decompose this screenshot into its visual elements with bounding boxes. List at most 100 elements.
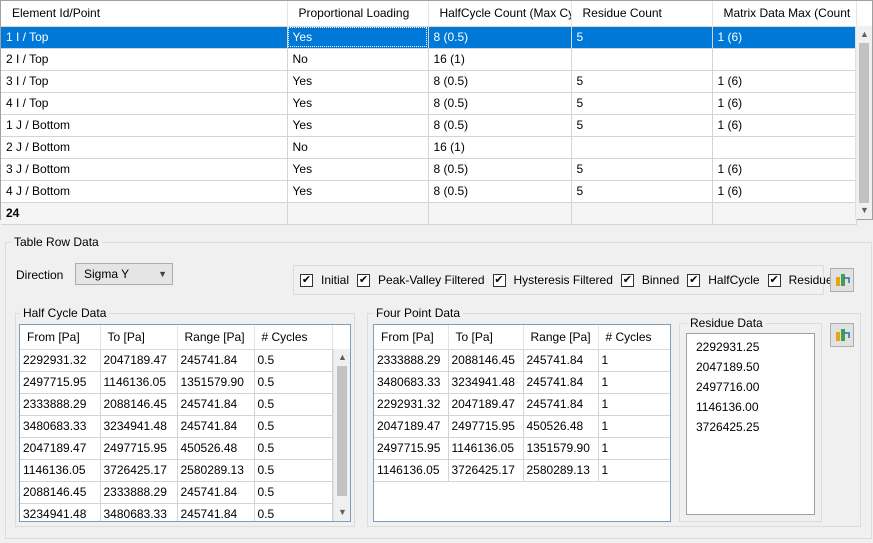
- cell[interactable]: 1351579.90: [177, 371, 255, 394]
- cell[interactable]: 3234941.48: [20, 503, 101, 521]
- table-row[interactable]: 3 J / Bottom Yes 8 (0.5) 5 1 (6): [1, 158, 857, 181]
- direction-dropdown[interactable]: Sigma Y ▼: [75, 263, 173, 285]
- cell[interactable]: 1 (6): [712, 26, 857, 49]
- checkbox-check-icon[interactable]: ✔: [620, 273, 634, 287]
- cell[interactable]: 2497715.95: [374, 437, 449, 460]
- table-row[interactable]: 2 J / Bottom No 16 (1): [1, 136, 857, 159]
- cell[interactable]: 16 (1): [428, 48, 572, 71]
- cell[interactable]: 2047189.47: [448, 393, 524, 416]
- cell[interactable]: [712, 136, 857, 159]
- scroll-down-icon[interactable]: ▼: [856, 202, 873, 219]
- cell[interactable]: 1: [598, 393, 670, 416]
- copy-residue-button[interactable]: [830, 323, 854, 347]
- cell[interactable]: 2333888.29: [100, 481, 178, 504]
- cell[interactable]: 0.5: [254, 437, 333, 460]
- table-row[interactable]: 2497715.95 1146136.05 1351579.90 0.5: [20, 371, 333, 394]
- table-row[interactable]: 2047189.47 2497715.95 450526.48 0.5: [20, 437, 333, 460]
- cell[interactable]: 4 I / Top: [1, 92, 288, 115]
- table-row[interactable]: 2292931.32 2047189.47 245741.84 1: [374, 393, 670, 416]
- cell[interactable]: 2292931.32: [374, 393, 449, 416]
- cell-current[interactable]: Yes: [287, 26, 429, 49]
- residue-list[interactable]: 2292931.25 2047189.50 2497716.00 1146136…: [686, 333, 815, 515]
- column-header-from[interactable]: From [Pa]: [374, 325, 449, 350]
- table-row[interactable]: 1146136.05 3726425.17 2580289.13 0.5: [20, 459, 333, 482]
- cell[interactable]: 8 (0.5): [428, 180, 572, 203]
- cell[interactable]: 1 J / Bottom: [1, 114, 288, 137]
- column-header-range[interactable]: Range [Pa]: [177, 325, 255, 350]
- cell[interactable]: 0.5: [254, 415, 333, 438]
- cell[interactable]: 5: [571, 92, 713, 115]
- cell[interactable]: 3726425.17: [100, 459, 178, 482]
- cell[interactable]: 0.5: [254, 459, 333, 482]
- column-header-to[interactable]: To [Pa]: [100, 325, 178, 350]
- cell[interactable]: [571, 48, 713, 71]
- list-item[interactable]: 2292931.25: [696, 337, 814, 357]
- cell[interactable]: 3234941.48: [448, 371, 524, 394]
- cell[interactable]: 245741.84: [177, 503, 255, 521]
- cell[interactable]: 2497715.95: [448, 415, 524, 438]
- cell[interactable]: 5: [571, 158, 713, 181]
- cell[interactable]: 2497715.95: [20, 371, 101, 394]
- cell[interactable]: No: [287, 48, 429, 71]
- column-header-residue-count[interactable]: Residue Count: [571, 1, 713, 27]
- cell[interactable]: 1351579.90: [523, 437, 599, 460]
- cell[interactable]: 245741.84: [523, 393, 599, 416]
- table-row[interactable]: 3480683.33 3234941.48 245741.84 1: [374, 371, 670, 394]
- cell[interactable]: 2580289.13: [177, 459, 255, 482]
- cell[interactable]: 0.5: [254, 349, 333, 372]
- cell[interactable]: [712, 48, 857, 71]
- cell[interactable]: Yes: [287, 70, 429, 93]
- cell[interactable]: 245741.84: [523, 371, 599, 394]
- cell[interactable]: 1: [598, 459, 670, 482]
- cell[interactable]: 4 J / Bottom: [1, 180, 288, 203]
- column-header-from[interactable]: From [Pa]: [20, 325, 101, 350]
- column-header-range[interactable]: Range [Pa]: [523, 325, 599, 350]
- cell[interactable]: 3480683.33: [100, 503, 178, 521]
- cell[interactable]: Yes: [287, 180, 429, 203]
- checkbox-check-icon[interactable]: ✔: [492, 273, 506, 287]
- cell[interactable]: 8 (0.5): [428, 26, 572, 49]
- checkbox-residue[interactable]: ✔ Residue: [767, 273, 833, 287]
- checkbox-binned[interactable]: ✔ Binned: [620, 273, 679, 287]
- cell[interactable]: Yes: [287, 114, 429, 137]
- list-item[interactable]: 2047189.50: [696, 357, 814, 377]
- cell[interactable]: 450526.48: [523, 415, 599, 438]
- cell[interactable]: 450526.48: [177, 437, 255, 460]
- cell[interactable]: 2497715.95: [100, 437, 178, 460]
- cell[interactable]: 2292931.32: [20, 349, 101, 372]
- cell[interactable]: 1146136.05: [20, 459, 101, 482]
- cell[interactable]: 1146136.05: [448, 437, 524, 460]
- cell[interactable]: 2 I / Top: [1, 48, 288, 71]
- table-row[interactable]: 4 I / Top Yes 8 (0.5) 5 1 (6): [1, 92, 857, 115]
- cell[interactable]: 1 (6): [712, 92, 857, 115]
- cell[interactable]: 5: [571, 70, 713, 93]
- checkbox-check-icon[interactable]: ✔: [687, 273, 701, 287]
- table-row-selected[interactable]: 1 I / Top Yes 8 (0.5) 5 1 (6): [1, 26, 857, 49]
- cell[interactable]: 1 (6): [712, 158, 857, 181]
- checkbox-peak-valley[interactable]: ✔ Peak-Valley Filtered: [357, 273, 485, 287]
- table-row[interactable]: 1 J / Bottom Yes 8 (0.5) 5 1 (6): [1, 114, 857, 137]
- cell[interactable]: 2047189.47: [374, 415, 449, 438]
- table-row[interactable]: 2 I / Top No 16 (1): [1, 48, 857, 71]
- cell[interactable]: 1 I / Top: [1, 26, 288, 49]
- table-row[interactable]: 2292931.32 2047189.47 245741.84 0.5: [20, 349, 333, 372]
- half-cycle-grid[interactable]: From [Pa] To [Pa] Range [Pa] # Cycles 22…: [19, 324, 351, 522]
- table-row[interactable]: 2047189.47 2497715.95 450526.48 1: [374, 415, 670, 438]
- column-header-proportional-loading[interactable]: Proportional Loading: [287, 1, 429, 27]
- cell[interactable]: 1 (6): [712, 114, 857, 137]
- list-item[interactable]: 1146136.00: [696, 397, 814, 417]
- checkbox-check-icon[interactable]: ✔: [300, 273, 313, 287]
- cell[interactable]: 3480683.33: [374, 371, 449, 394]
- cell[interactable]: Yes: [287, 158, 429, 181]
- cell[interactable]: 1 (6): [712, 70, 857, 93]
- cell[interactable]: 16 (1): [428, 136, 572, 159]
- column-header-cycles[interactable]: # Cycles: [254, 325, 333, 350]
- cell[interactable]: 1: [598, 371, 670, 394]
- cell[interactable]: 2 J / Bottom: [1, 136, 288, 159]
- cell[interactable]: 3480683.33: [20, 415, 101, 438]
- cell[interactable]: 0.5: [254, 481, 333, 504]
- cell[interactable]: 8 (0.5): [428, 92, 572, 115]
- column-header-halfcycle-count[interactable]: HalfCycle Count (Max Cy: [428, 1, 572, 27]
- cell[interactable]: 0.5: [254, 503, 333, 521]
- cell[interactable]: 3234941.48: [100, 415, 178, 438]
